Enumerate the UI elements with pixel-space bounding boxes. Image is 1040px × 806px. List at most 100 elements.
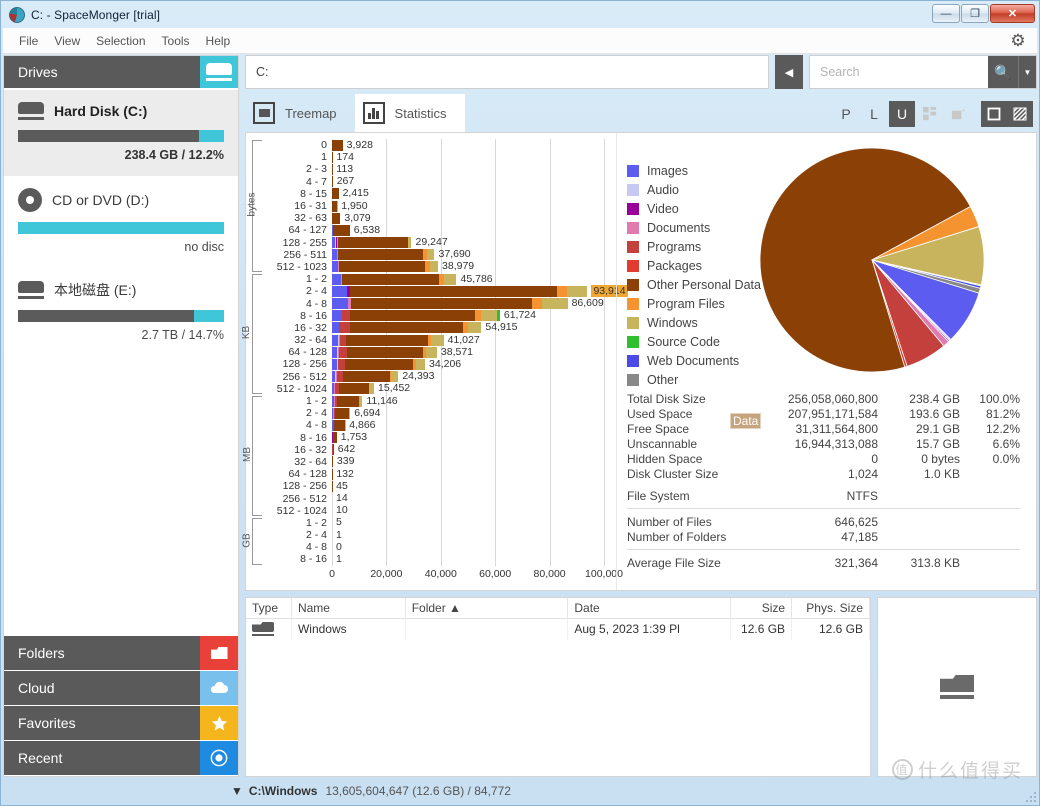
sidebar-item-folders[interactable]: Folders [4,636,238,670]
drive-item-d[interactable]: CD or DVD (D:) no disc [4,176,238,268]
histogram-value-label: 174 [336,150,354,163]
file-list-column-header[interactable]: Size [731,598,793,618]
new-window-icon[interactable]: + [945,101,971,127]
search-input[interactable] [810,65,988,79]
statistics-row-percent: 12.2% [985,421,1020,436]
histogram-value-label: 267 [336,175,355,188]
histogram-row: 16 - 31 1,950 [246,200,616,213]
app-logo-icon [9,6,25,23]
histogram-bar [332,383,374,395]
legend-item[interactable]: Audio [627,180,761,199]
maximize-button[interactable]: ❐ [961,4,989,23]
sidebar-item-cloud[interactable]: Cloud [4,671,238,705]
file-list-body: Windows Aug 5, 2023 1:39 Pl 12.6 GB 12.6 GB [246,619,870,640]
drive-stat: 2.7 TB / 14.7% [141,328,224,342]
histogram-group-label: bytes [246,192,258,217]
menu-file[interactable]: File [11,31,46,51]
histogram-value-label: 6,538 [353,223,381,236]
statistics-divider [627,508,1020,509]
path-value: C: [256,65,269,79]
outline-square-icon[interactable] [981,101,1007,127]
legend-item[interactable]: Other [627,370,761,389]
file-list-column-header[interactable]: Type [246,598,292,618]
menu-view[interactable]: View [46,31,88,51]
used-size-icon[interactable]: U [889,101,915,127]
histogram-bar [332,432,337,444]
sidebar-sections: Folders Cloud Favorites Recent [4,636,238,776]
histogram-row: 512 - 1023 38,979 [246,260,616,273]
legend-item[interactable]: Packages [627,256,761,275]
tab-statistics[interactable]: Statistics [354,94,465,132]
gear-icon[interactable]: ⚙ [1009,32,1027,50]
legend-item[interactable]: Other Personal Data [627,275,761,294]
histogram-bar [332,322,482,334]
legend-item[interactable]: Windows [627,313,761,332]
histogram-group-label: GB [241,532,253,548]
legend-item[interactable]: Images [627,161,761,180]
histogram-row: 16 - 32 54,915 [246,321,616,334]
treemap-icon [253,102,275,124]
histogram-value-label: 45 [336,479,348,492]
legend-item[interactable]: Program Files [627,294,761,313]
histogram-value-label: 1 [336,528,342,541]
magnifier-icon[interactable]: 🔍 [988,56,1018,88]
legend-item[interactable]: Documents [627,218,761,237]
histogram-row: 2 - 41 [246,528,616,542]
histogram-x-tick: 0 [329,567,335,580]
menu-selection[interactable]: Selection [88,31,153,51]
folder-icon [246,619,292,640]
menu-tools[interactable]: Tools [154,31,198,51]
double-chevron-down-icon[interactable]: ▼ [231,784,243,798]
statistics-row-bytes: 0 [871,451,878,466]
hard-disk-icon [18,281,44,299]
preview-pane[interactable] [877,597,1037,777]
sidebar-item-recent[interactable]: Recent [4,741,238,775]
hatched-square-icon[interactable] [1007,101,1033,127]
legend-item[interactable]: Web Documents [627,351,761,370]
legend-label: Programs [647,239,702,254]
sidebar-item-favorites[interactable]: Favorites [4,706,238,740]
statistics-row-bytes: 47,185 [841,529,878,544]
table-row[interactable]: Windows Aug 5, 2023 1:39 Pl 12.6 GB 12.6 GB [246,619,870,640]
statistics-row-name: Number of Folders [627,529,727,544]
histogram-row: 2 - 4 6,694 [246,407,616,420]
menu-help[interactable]: Help [198,31,239,51]
tab-treemap[interactable]: Treemap [245,94,355,132]
histogram-x-tick: 20,000 [370,567,403,580]
file-list-column-header[interactable]: Folder ▲ [406,598,569,618]
minimize-button[interactable]: — [932,4,960,23]
drive-item-c[interactable]: Hard Disk (C:) 238.4 GB / 12.2% [4,90,238,176]
legend-label: Packages [647,258,702,273]
histogram-row: 1 - 2 11,146 [246,395,616,408]
path-field[interactable]: C: [245,55,769,89]
histogram-value-label: 3,928 [346,138,373,151]
file-list-column-header[interactable]: Name [292,598,406,618]
logical-size-icon[interactable]: L [861,101,887,127]
histogram-row: 4 - 80 [246,541,616,554]
statistics-row-bytes: 646,625 [834,514,878,529]
search-box: 🔍 ▼ [809,55,1037,89]
legend-item[interactable]: Programs [627,237,761,256]
histogram-x-axis: 0 20,000 40,000 60,000 80,000 100,000 [246,566,623,586]
close-button[interactable]: ✕ [990,4,1035,23]
histogram-bar [332,456,333,468]
histogram-row: 32 - 64 41,027 [246,333,616,347]
physical-size-icon[interactable]: P [833,101,859,127]
file-list-column-header[interactable]: Date [568,598,732,618]
window-controls: — ❐ ✕ [932,4,1035,23]
resize-grip[interactable] [1024,790,1036,802]
histogram-value-label: 41,027 [447,333,480,346]
sidebar-header-drives[interactable]: Drives [4,56,238,88]
statistics-row-bytes: 207,951,171,584 [787,406,878,421]
statistics-row-percent: 100.0% [979,391,1020,406]
histogram-row: 1 - 2 45,786 [246,273,616,286]
file-size-histogram: 0 3,928 1 174 2 - 3 113 4 - 7 267 8 - 15 2,415 16 … [241,133,628,590]
legend-item[interactable]: Source Code [627,332,761,351]
legend-swatch [627,297,639,310]
drive-item-e[interactable]: 本地磁盘 (E:) 2.7 TB / 14.7% [4,268,238,356]
legend-item[interactable]: Video [627,199,761,218]
triangle-left-icon[interactable]: ◀ [775,55,803,89]
file-list-column-header[interactable]: Phys. Size [792,598,870,618]
chevron-down-icon[interactable]: ▼ [1018,56,1036,88]
tiles-icon[interactable] [917,101,943,127]
